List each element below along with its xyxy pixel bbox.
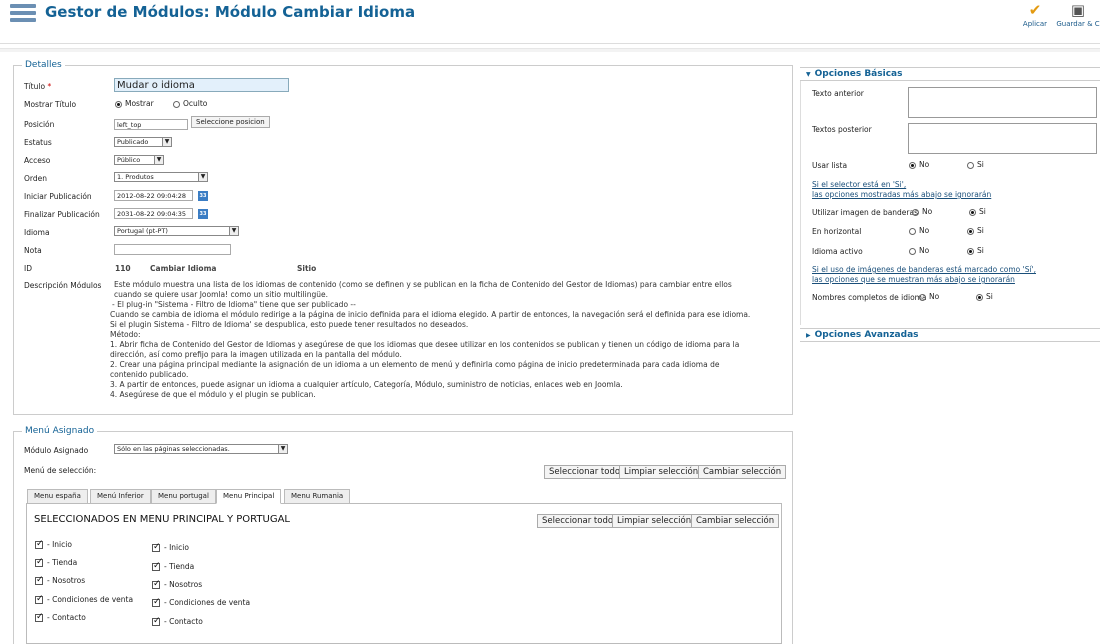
chevron-down-icon: ▼ <box>198 173 207 181</box>
chevron-down-icon: ▼ <box>278 445 287 453</box>
text-before-label: Texto anterior <box>812 89 864 98</box>
show-title-show-radio[interactable]: Mostrar <box>115 99 154 108</box>
panel-toggle-selection-button[interactable]: Cambiar selección <box>691 514 780 528</box>
flags-note-line1: Si el selector está en 'Si', <box>812 180 907 189</box>
use-list-no-radio[interactable]: No <box>909 160 929 169</box>
menu-item-checkbox[interactable]: - Contacto <box>152 616 203 626</box>
menu-item-checkbox[interactable]: - Nosotros <box>35 575 85 585</box>
status-select[interactable]: Publicado ▼ <box>114 137 172 147</box>
module-assigned-select[interactable]: Sólo en las páginas seleccionadas. ▼ <box>114 444 288 454</box>
use-flags-label: Utilizar imagen de banderas <box>812 208 919 217</box>
panel-select-all-button[interactable]: Seleccionar todo <box>537 514 619 528</box>
panel-clear-selection-button[interactable]: Limpiar selección <box>612 514 697 528</box>
checkmark-icon: ✔ <box>1028 1 1042 19</box>
calendar-icon[interactable]: 33 <box>198 209 208 219</box>
full-names-label: Nombres completos de idioma <box>812 293 927 302</box>
text-after-label: Textos posterior <box>812 125 872 134</box>
end-publish-input[interactable]: 2031-08-22 09:04:35 <box>114 208 193 219</box>
menu-selection-label: Menú de selección: <box>24 466 97 475</box>
calendar-icon[interactable]: 33 <box>198 191 208 201</box>
select-position-button[interactable]: Seleccione posicion <box>191 116 270 128</box>
menu-item-checkbox[interactable]: - Condiciones de venta <box>35 594 133 604</box>
triangle-down-icon: ▼ <box>806 71 811 78</box>
advanced-options-header[interactable]: ▶ Opciones Avanzadas <box>800 328 1100 342</box>
order-select[interactable]: 1. Produtos ▼ <box>114 172 208 182</box>
note-input[interactable] <box>114 244 231 255</box>
chevron-down-icon: ▼ <box>162 138 171 146</box>
clear-selection-button[interactable]: Limpiar selección <box>619 465 704 479</box>
menu-item-checkbox[interactable]: - Inicio <box>152 542 189 552</box>
access-select[interactable]: Público ▼ <box>114 155 164 165</box>
show-title-hide-radio[interactable]: Oculto <box>173 99 207 108</box>
select-all-button[interactable]: Seleccionar todo <box>544 465 626 479</box>
horizontal-yes-radio[interactable]: Si <box>967 226 984 235</box>
divider <box>0 48 1100 52</box>
show-title-label: Mostrar Título <box>24 100 77 109</box>
id-label: ID <box>24 264 32 273</box>
full-names-no-radio[interactable]: No <box>919 292 939 301</box>
menu-item-checkbox[interactable]: - Tienda <box>35 557 77 567</box>
menu-item-checkbox[interactable]: - Contacto <box>35 612 86 622</box>
start-publish-input[interactable]: 2012-08-22 09:04:28 <box>114 190 193 201</box>
order-label: Orden <box>24 174 47 183</box>
horizontal-label: En horizontal <box>812 227 862 236</box>
position-input[interactable]: left_top <box>114 119 188 130</box>
floppy-disk-icon: ▣ <box>1070 2 1086 19</box>
page-title: Gestor de Módulos: Módulo Cambiar Idioma <box>45 3 416 21</box>
status-label: Estatus <box>24 138 52 147</box>
position-label: Posición <box>24 120 55 129</box>
flags-note-line2: las opciones mostradas más abajo se igno… <box>812 190 992 199</box>
menu-assignment-legend: Menú Asignado <box>25 426 95 436</box>
basic-options-header[interactable]: ▼ Opciones Básicas <box>800 67 1100 81</box>
toggle-selection-button[interactable]: Cambiar selección <box>698 465 787 479</box>
menu-icon[interactable] <box>10 4 36 28</box>
title-input[interactable]: Mudar o idioma <box>114 78 289 92</box>
active-language-yes-radio[interactable]: Si <box>967 246 984 255</box>
active-language-no-radio[interactable]: No <box>909 246 929 255</box>
title-label: Título * <box>24 82 52 91</box>
menu-item-checkbox[interactable]: - Condiciones de venta <box>152 597 250 607</box>
module-client: Sitio <box>297 264 317 273</box>
start-publish-label: Iniciar Publicación <box>24 192 92 201</box>
details-legend: Detalles <box>25 60 62 70</box>
use-list-yes-radio[interactable]: Si <box>967 160 984 169</box>
use-list-label: Usar lista <box>812 161 848 170</box>
tab-menu-portugal[interactable]: Menu portugal <box>151 489 216 504</box>
text-after-textarea[interactable] <box>908 123 1097 154</box>
tab-menu-principal[interactable]: Menu Principal <box>216 489 282 504</box>
full-names-yes-radio[interactable]: Si <box>976 292 993 301</box>
images-note-line2: las opciones que se muestran más abajo s… <box>812 275 1015 284</box>
id-value: 110 <box>115 264 131 273</box>
access-label: Acceso <box>24 156 51 165</box>
chevron-down-icon: ▼ <box>154 156 163 164</box>
active-language-label: Idioma activo <box>812 247 863 256</box>
use-flags-no-radio[interactable]: No <box>912 207 932 216</box>
images-note-line1: Si el uso de imágenes de banderas está m… <box>812 265 1036 274</box>
panel-title: SELECCIONADOS EN MENU PRINCIPAL Y PORTUG… <box>34 514 290 525</box>
description-label: Descripción Módulos <box>24 281 102 290</box>
tab-menu-inferior[interactable]: Menú Inferior <box>90 489 151 504</box>
module-description: Este módulo muestra una lista de los idi… <box>110 280 751 399</box>
tab-menu-espana[interactable]: Menu españa <box>27 489 88 504</box>
triangle-right-icon: ▶ <box>806 332 811 339</box>
apply-button[interactable]: ✔ Aplicar <box>1020 2 1050 28</box>
note-label: Nota <box>24 246 42 255</box>
horizontal-no-radio[interactable]: No <box>909 226 929 235</box>
chevron-down-icon: ▼ <box>229 227 238 235</box>
tab-menu-rumania[interactable]: Menu Rumania <box>284 489 351 504</box>
language-label: Idioma <box>24 228 50 237</box>
menu-item-checkbox[interactable]: - Nosotros <box>152 579 202 589</box>
menu-item-checkbox[interactable]: - Tienda <box>152 561 194 571</box>
module-assigned-label: Módulo Asignado <box>24 446 89 455</box>
text-before-textarea[interactable] <box>908 87 1097 118</box>
use-flags-yes-radio[interactable]: Si <box>969 207 986 216</box>
save-close-button[interactable]: ▣ Guardar & C <box>1056 2 1100 28</box>
module-type: Cambiar Idioma <box>150 264 217 273</box>
menu-item-checkbox[interactable]: - Inicio <box>35 539 72 549</box>
end-publish-label: Finalizar Publicación <box>24 210 100 219</box>
header-bar: Gestor de Módulos: Módulo Cambiar Idioma… <box>0 0 1100 44</box>
language-select[interactable]: Portugal (pt-PT) ▼ <box>114 226 239 236</box>
